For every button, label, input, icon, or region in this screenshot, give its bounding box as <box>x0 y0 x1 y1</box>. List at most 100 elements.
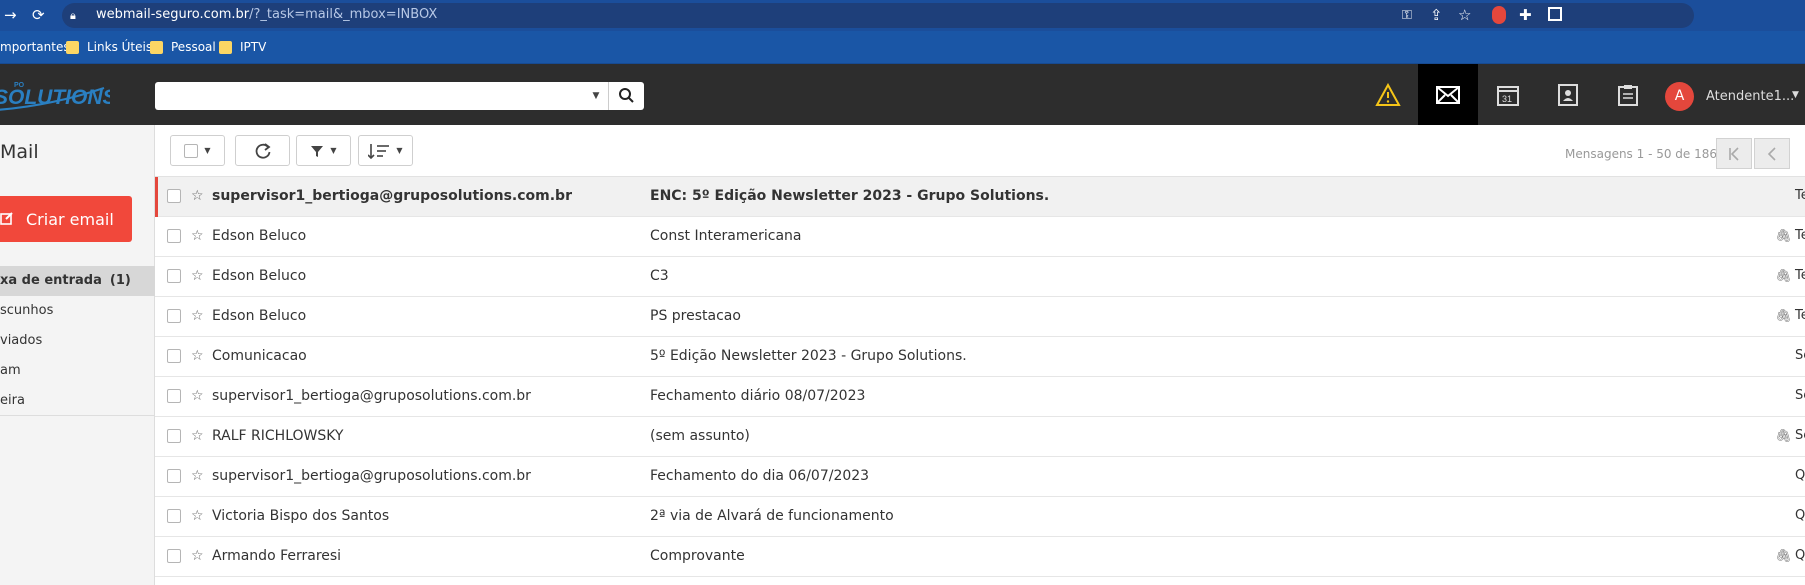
message-subject[interactable]: 5º Edição Newsletter 2023 - Grupo Soluti… <box>650 348 967 364</box>
nav-tasks[interactable] <box>1598 64 1658 125</box>
filter-button[interactable]: ▼ <box>296 135 351 166</box>
star-icon[interactable]: ☆ <box>191 428 204 444</box>
select-button[interactable]: ▼ <box>170 135 225 166</box>
star-icon[interactable]: ☆ <box>191 308 204 324</box>
message-subject[interactable]: (sem assunto) <box>650 428 750 444</box>
row-checkbox[interactable] <box>167 469 181 483</box>
folder-label: am <box>0 363 21 378</box>
folder-drafts[interactable]: scunhos <box>0 296 155 326</box>
message-row[interactable]: ☆ Edson Beluco C3 🖇 Te <box>155 257 1805 297</box>
message-row[interactable]: ☆ RALF RICHLOWSKY (sem assunto) 🖇Se <box>155 417 1805 457</box>
reload-icon[interactable]: ⟳ <box>32 7 45 23</box>
compose-button[interactable]: Criar email <box>0 196 132 242</box>
star-icon[interactable]: ☆ <box>191 188 204 204</box>
message-date: Se <box>1795 388 1805 403</box>
message-date: Se <box>1795 428 1805 443</box>
forward-icon[interactable]: → <box>4 7 17 23</box>
folder-icon <box>219 40 232 54</box>
bookmark-links-uteis[interactable]: Links Úteis <box>66 40 152 54</box>
chevron-down-icon[interactable]: ▼ <box>1792 90 1799 100</box>
bookmark-pessoal[interactable]: Pessoal <box>150 40 216 54</box>
message-row[interactable]: ☆ Victoria Bispo dos Santos 2ª via de Alva… <box>155 497 1805 537</box>
message-subject[interactable]: PS prestacao <box>650 308 741 324</box>
folder-label: eira <box>0 393 25 408</box>
row-checkbox[interactable] <box>167 389 181 403</box>
sort-button[interactable]: ▼ <box>358 135 413 166</box>
mail-icon <box>1436 85 1460 104</box>
row-checkbox[interactable] <box>167 349 181 363</box>
share-icon[interactable]: ⇪ <box>1430 7 1443 23</box>
bookmark-star-icon[interactable]: ☆ <box>1458 7 1471 23</box>
key-icon[interactable]: ⚿ <box>1402 8 1412 24</box>
star-icon[interactable]: ☆ <box>191 228 204 244</box>
message-subject[interactable]: ENC: 5º Edição Newsletter 2023 - Grupo S… <box>650 188 1049 204</box>
star-icon[interactable]: ☆ <box>191 468 204 484</box>
row-checkbox[interactable] <box>167 429 181 443</box>
folder-label: scunhos <box>0 303 54 318</box>
message-sender: Edson Beluco <box>212 228 307 244</box>
first-page-button[interactable] <box>1716 138 1752 169</box>
compose-icon <box>0 210 14 229</box>
folder-trash[interactable]: eira <box>0 386 155 416</box>
url-path: /?_task=mail&_mbox=INBOX <box>249 7 438 22</box>
message-row[interactable]: ☆ Edson Beluco Const Interamericana 🖇 Te <box>155 217 1805 257</box>
row-checkbox[interactable] <box>167 309 181 323</box>
url-text[interactable]: webmail-seguro.com.br/?_task=mail&_mbox=… <box>96 7 437 22</box>
message-sender: Armando Ferraresi <box>212 548 342 564</box>
row-checkbox[interactable] <box>167 229 181 243</box>
folder-spam[interactable]: am <box>0 356 155 386</box>
row-checkbox[interactable] <box>167 509 181 523</box>
star-icon[interactable]: ☆ <box>191 548 204 564</box>
message-subject[interactable]: C3 <box>650 268 669 284</box>
message-row[interactable]: ☆ supervisor1_bertioga@gruposolutions.com… <box>155 377 1805 417</box>
avatar[interactable]: A <box>1665 82 1694 111</box>
message-row[interactable]: ☆ supervisor1_bertioga@gruposolutions.com… <box>155 457 1805 497</box>
message-row[interactable]: ☆ Comunicacao 5º Edição Newsletter 2023 - … <box>155 337 1805 377</box>
select-all-checkbox[interactable] <box>184 143 199 158</box>
message-subject[interactable]: Fechamento diário 08/07/2023 <box>650 388 865 404</box>
bookmark-label: mportantes <box>0 40 70 54</box>
message-subject[interactable]: Comprovante <box>650 548 745 564</box>
message-date: Te <box>1795 228 1805 243</box>
folder-inbox[interactable]: xa de entrada (1) <box>0 266 155 296</box>
row-checkbox[interactable] <box>167 189 181 203</box>
refresh-icon <box>255 142 270 159</box>
attachment-icon: 🖇 <box>1775 549 1792 564</box>
bookmark-iptv[interactable]: IPTV <box>219 40 266 54</box>
message-date: Te <box>1795 268 1805 283</box>
star-icon[interactable]: ☆ <box>191 348 204 364</box>
logo[interactable]: PO SOLUTIONS <box>0 80 117 111</box>
message-row[interactable]: ☆ supervisor1_bertioga@gruposolutions.com… <box>155 177 1805 217</box>
clipboard-icon <box>1618 84 1638 106</box>
refresh-button[interactable] <box>235 135 290 166</box>
star-icon[interactable]: ☆ <box>191 388 204 404</box>
row-checkbox[interactable] <box>167 269 181 283</box>
nav-calendar[interactable]: 31 <box>1478 64 1538 125</box>
message-row[interactable]: ☆ Edson Beluco PS prestacao 🖇 Te <box>155 297 1805 337</box>
bookmark-importantes[interactable]: mportantes <box>0 40 70 54</box>
message-subject[interactable]: Const Interamericana <box>650 228 802 244</box>
search-button[interactable] <box>608 82 644 110</box>
alerts-button[interactable] <box>1358 64 1418 125</box>
message-sender: Edson Beluco <box>212 268 307 284</box>
search-options-icon[interactable]: ▼ <box>587 86 605 106</box>
message-sender: Comunicacao <box>212 348 307 364</box>
nav-contacts[interactable] <box>1538 64 1598 125</box>
previous-page-button[interactable] <box>1754 138 1790 169</box>
row-checkbox[interactable] <box>167 549 181 563</box>
nav-mail[interactable] <box>1418 64 1478 125</box>
extensions-icon[interactable]: ✚ <box>1519 7 1532 23</box>
message-row[interactable]: ☆ Armando Ferraresi Comprovante 🖇 Q <box>155 537 1805 577</box>
svg-text:SOLUTIONS: SOLUTIONS <box>0 86 110 109</box>
message-subject[interactable]: 2ª via de Alvará de funcionamento <box>650 508 894 524</box>
star-icon[interactable]: ☆ <box>191 268 204 284</box>
message-sender: Edson Beluco <box>212 308 307 324</box>
folder-sent[interactable]: viados <box>0 326 155 356</box>
attachment-icon: 🖇 <box>1775 269 1792 284</box>
search-input[interactable] <box>155 82 644 110</box>
message-subject[interactable]: Fechamento do dia 06/07/2023 <box>650 468 869 484</box>
star-icon[interactable]: ☆ <box>191 508 204 524</box>
extension-shield-icon[interactable] <box>1492 6 1506 24</box>
user-menu-label[interactable]: Atendente1... <box>1706 89 1794 104</box>
sidepanel-icon[interactable] <box>1548 7 1562 21</box>
